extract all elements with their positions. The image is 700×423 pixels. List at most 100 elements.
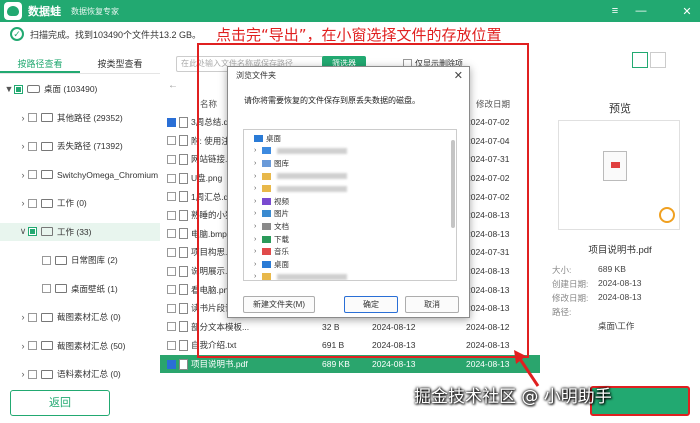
magnifier-icon[interactable] xyxy=(659,207,675,223)
app-subtitle: 数据恢复专家 xyxy=(71,6,119,16)
expand-arrow-icon[interactable]: › xyxy=(254,223,262,230)
cancel-button[interactable]: 取消 xyxy=(405,296,459,313)
sidebar-tree-item[interactable]: › 截图素材汇总 (0) xyxy=(0,308,160,326)
dialog-scrollbar[interactable] xyxy=(451,140,455,228)
tree-checkbox[interactable] xyxy=(28,341,37,350)
sidebar-tree-item[interactable]: › 语料素材汇总 (0) xyxy=(0,365,160,383)
dialog-tree-item[interactable]: › 视频 xyxy=(254,195,289,208)
scan-status-text: 扫描完成。找到103490个文件共13.2 GB。 xyxy=(30,29,202,40)
file-checkbox[interactable] xyxy=(167,229,176,239)
back-button[interactable]: 返回 xyxy=(10,390,110,416)
sidebar-tree-item[interactable]: ∨ 工作 (33) xyxy=(0,222,160,241)
file-name: 项目说明书.pdf xyxy=(191,359,248,370)
dialog-tree-item[interactable]: › xyxy=(254,271,347,280)
tree-item-label: 截图素材汇总 (0) xyxy=(57,312,121,322)
tab-by-path[interactable]: 按路径查看 xyxy=(0,56,80,73)
file-checkbox[interactable] xyxy=(167,285,176,295)
expand-arrow-icon[interactable]: › xyxy=(254,248,262,255)
dialog-tree-item[interactable]: › 下载 xyxy=(254,233,289,246)
tree-checkbox[interactable] xyxy=(28,170,37,179)
expand-arrow-icon[interactable]: › xyxy=(254,160,262,167)
tree-checkbox[interactable] xyxy=(42,255,51,265)
menu-icon[interactable]: ≡ xyxy=(604,0,626,22)
tree-checkbox[interactable] xyxy=(28,369,37,379)
close-icon[interactable]: ✕ xyxy=(676,0,698,22)
tree-checkbox[interactable] xyxy=(28,141,37,151)
file-checkbox[interactable] xyxy=(167,192,176,202)
dialog-tree-item[interactable]: › xyxy=(254,145,347,158)
scan-complete-icon: ✓ xyxy=(10,27,24,41)
dialog-tree-item[interactable]: › xyxy=(254,182,347,195)
expand-arrow-icon[interactable]: › xyxy=(18,141,28,151)
expand-arrow-icon[interactable]: › xyxy=(18,198,28,208)
expand-arrow-icon[interactable]: › xyxy=(254,210,262,217)
file-checkbox[interactable] xyxy=(167,340,176,350)
expand-arrow-icon[interactable]: › xyxy=(254,261,262,268)
folder-icon xyxy=(41,227,53,236)
sidebar-tree-item[interactable]: › 其他路径 (29352) xyxy=(0,109,160,127)
sidebar-tree-item[interactable]: ▼ 桌面 (103490) xyxy=(0,80,160,98)
sidebar-tree-item[interactable]: › 丢失路径 (71392) xyxy=(0,137,160,155)
sidebar-tree-item[interactable]: › 工作 (0) xyxy=(0,194,160,212)
dialog-tree-item[interactable]: › 图库 xyxy=(254,157,289,170)
expand-arrow-icon[interactable]: ∨ xyxy=(18,226,28,237)
tree-checkbox[interactable] xyxy=(28,312,37,322)
blurred-label xyxy=(277,273,347,280)
dialog-close-icon[interactable]: ✕ xyxy=(454,69,463,82)
expand-arrow-icon[interactable]: › xyxy=(18,170,28,180)
browse-folder-dialog: 浏览文件夹 ✕ 请你将需要恢复的文件保存到原丢失数据的磁盘。 桌面 › › 图库 › › ›… xyxy=(227,66,470,318)
blurred-label xyxy=(277,147,347,154)
file-checkbox[interactable] xyxy=(167,154,176,164)
minimize-icon[interactable]: — xyxy=(630,0,652,22)
tree-checkbox[interactable] xyxy=(28,227,37,236)
folder-icon xyxy=(41,341,53,350)
expand-arrow-icon[interactable]: › xyxy=(18,312,28,322)
dialog-tree-item[interactable]: › 音乐 xyxy=(254,245,289,258)
file-checkbox[interactable] xyxy=(167,173,176,183)
file-checkbox[interactable] xyxy=(167,136,176,146)
file-checkbox[interactable] xyxy=(167,359,176,369)
meta-label: 大小: xyxy=(552,265,572,275)
meta-label: 创建日期: xyxy=(552,279,589,289)
meta-value: 689 KB xyxy=(598,264,626,274)
file-checkbox[interactable] xyxy=(167,322,176,332)
tree-item-label: 语料素材汇总 (0) xyxy=(57,369,121,379)
expand-arrow-icon[interactable]: › xyxy=(254,236,262,243)
tree-checkbox[interactable] xyxy=(28,198,37,208)
new-folder-button[interactable]: 新建文件夹(M) xyxy=(243,296,315,313)
ok-button[interactable]: 确定 xyxy=(344,296,398,313)
sidebar-tree-item[interactable]: 日常图库 (2) xyxy=(0,251,160,269)
dialog-tree-item[interactable]: › 图片 xyxy=(254,208,289,221)
sidebar-tree-item[interactable]: › SwitchyOmega_Chromium xyxy=(0,166,160,184)
file-checkbox[interactable] xyxy=(167,303,176,313)
tree-checkbox[interactable] xyxy=(14,84,23,94)
nav-back-icon[interactable]: ← xyxy=(168,80,178,91)
file-modified-date: 2024-08-13 xyxy=(466,359,510,370)
file-checkbox[interactable] xyxy=(167,210,176,220)
sidebar-tree-item[interactable]: 桌面壁纸 (1) xyxy=(0,280,160,298)
expand-arrow-icon[interactable]: ▼ xyxy=(4,84,14,94)
dialog-tree-item[interactable]: › 桌面 xyxy=(254,258,289,271)
file-checkbox[interactable] xyxy=(167,117,176,127)
expand-arrow-icon[interactable]: › xyxy=(254,185,262,192)
expand-arrow-icon[interactable]: › xyxy=(18,341,28,351)
expand-arrow-icon[interactable]: › xyxy=(254,198,262,205)
dialog-tree-item[interactable]: › 文档 xyxy=(254,220,289,233)
grid-view-icon[interactable] xyxy=(632,52,648,68)
expand-arrow-icon[interactable]: › xyxy=(254,147,262,154)
file-checkbox[interactable] xyxy=(167,266,176,276)
blurred-label xyxy=(277,185,347,192)
expand-arrow-icon[interactable]: › xyxy=(18,369,28,379)
sidebar-tree-item[interactable]: › 截图素材汇总 (50) xyxy=(0,337,160,355)
file-checkbox[interactable] xyxy=(167,247,176,257)
dialog-tree-item[interactable]: 桌面 xyxy=(246,132,281,145)
tab-by-type[interactable]: 按类型查看 xyxy=(80,56,160,73)
tree-checkbox[interactable] xyxy=(28,113,37,122)
expand-arrow-icon[interactable]: › xyxy=(18,113,28,123)
expand-arrow-icon[interactable]: › xyxy=(254,273,262,280)
dialog-folder-tree[interactable]: 桌面››图库›››视频›图片›文档›下载›音乐›桌面››此电脑›库 xyxy=(243,129,457,281)
expand-arrow-icon[interactable]: › xyxy=(254,173,262,180)
dialog-tree-item[interactable]: › xyxy=(254,170,347,183)
list-view-icon[interactable] xyxy=(650,52,666,68)
tree-checkbox[interactable] xyxy=(42,284,51,293)
